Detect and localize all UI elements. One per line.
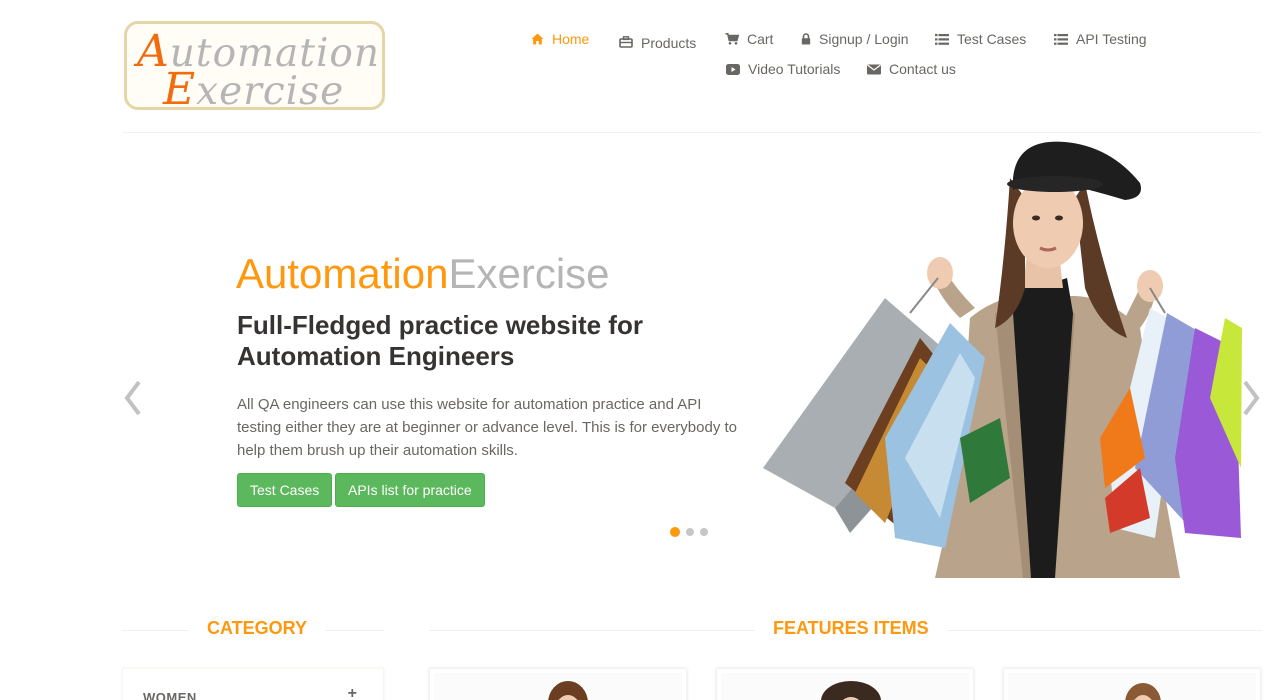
product-card [1003,668,1261,700]
slider-dot-3[interactable] [700,528,708,536]
envelope-icon [867,64,881,75]
nav-item-home[interactable]: Home [531,31,589,47]
site-logo[interactable]: Automation Exercise [124,21,385,115]
nav-item-products[interactable]: Products [619,32,696,51]
category-expand-plus-icon[interactable]: + [348,685,357,700]
slider-description: All QA engineers can use this website fo… [237,396,738,459]
nav-products-label: Products [641,35,697,51]
nav-signup-login-label: Signup / Login [819,31,909,47]
nav-test-cases-label: Test Cases [957,31,1027,47]
nav-item-contact-us[interactable]: Contact us [867,61,956,77]
nav-item-api-testing[interactable]: API Testing [1054,31,1147,47]
slider-brand-title: AutomationExercise [236,250,610,297]
header-divider [122,132,1262,133]
category-title: CATEGORY [189,618,326,639]
nav-video-tutorials-label: Video Tutorials [748,61,841,77]
nav-cart-label: Cart [747,31,774,47]
slider-indicators [670,527,708,537]
nav-item-cart[interactable]: Cart [725,31,773,47]
product-card [716,668,974,700]
nav-item-video-tutorials[interactable]: Video Tutorials [726,61,840,77]
logo-line-exercise: Exercise [163,64,345,115]
test-cases-button[interactable]: Test Cases [237,473,333,507]
youtube-icon [726,63,740,75]
slider-dot-1[interactable] [670,527,680,537]
category-item-women[interactable]: WOMEN [143,690,197,700]
products-icon [619,35,633,48]
slider-prev-arrow[interactable] [120,378,146,423]
lock-icon [801,33,811,45]
product-image [1008,673,1256,700]
nav-home-label: Home [552,31,590,47]
product-card [429,668,687,700]
apis-list-button[interactable]: APIs list for practice [335,473,485,507]
cart-icon [725,33,739,45]
category-panel: WOMEN + [122,668,384,700]
hero-shopping-girl-image [763,141,1242,578]
features-items-title: FEATURES ITEMS [755,618,947,639]
product-image [721,673,969,700]
list-icon [1054,33,1068,45]
product-image [434,673,682,700]
nav-contact-us-label: Contact us [889,61,956,77]
slider-heading: Full-Fledged practice website for Automa… [237,310,643,371]
slider-dot-2[interactable] [686,528,694,536]
chevron-left-icon [124,380,141,416]
nav-item-test-cases[interactable]: Test Cases [935,31,1026,47]
home-icon [531,33,544,45]
nav-item-signup-login[interactable]: Signup / Login [801,31,909,47]
nav-api-testing-label: API Testing [1076,31,1147,47]
list-icon [935,33,949,45]
